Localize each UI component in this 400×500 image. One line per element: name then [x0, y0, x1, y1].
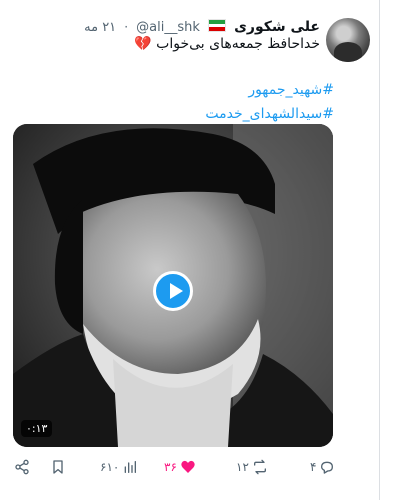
bookmark-button[interactable] [50, 456, 66, 478]
tweet-text: خداحافظ جمعه‌های بی‌خواب 💔 [134, 36, 320, 52]
retweet-button[interactable]: ۱۲ [236, 456, 268, 478]
like-button[interactable]: ۳۶ [164, 456, 196, 478]
author-handle[interactable]: @ali__shk [136, 20, 200, 35]
hashtag-link[interactable]: #سیدالشهدای_خدمت [205, 102, 334, 126]
share-button[interactable] [14, 456, 30, 478]
like-count: ۳۶ [164, 460, 177, 474]
tweet-text-content: خداحافظ جمعه‌های بی‌خواب [156, 36, 320, 52]
hashtag-list: #شهید_جمهور #سیدالشهدای_خدمت [205, 78, 334, 126]
separator-dot: · [124, 20, 129, 34]
reply-icon [321, 461, 334, 474]
retweet-icon [253, 459, 266, 475]
play-icon[interactable] [153, 271, 193, 311]
heart-icon [181, 460, 195, 473]
views-button[interactable]: ۶۱۰ [100, 456, 138, 478]
tweet-header: علی شکوری @ali__shk · ۲۱ مه [16, 16, 320, 38]
tweet-time[interactable]: ۲۱ مه [84, 20, 116, 35]
video-player[interactable]: ۰:۱۳ [13, 124, 333, 447]
views-icon [125, 461, 137, 473]
iran-flag-icon [208, 19, 226, 32]
retweet-count: ۱۲ [236, 460, 249, 474]
broken-heart-icon: 💔 [134, 36, 152, 52]
tweet-card[interactable]: علی شکوری @ali__shk · ۲۱ مه خداحافظ جمعه… [0, 0, 400, 500]
author-name[interactable]: علی شکوری [234, 19, 320, 35]
avatar[interactable] [326, 18, 370, 62]
hashtag-link[interactable]: #شهید_جمهور [205, 78, 334, 102]
action-bar: ۶۱۰ ۳۶ ۱۲ ۴ [14, 456, 344, 478]
reply-count: ۴ [310, 460, 317, 474]
bookmark-icon [53, 460, 63, 474]
reply-button[interactable]: ۴ [310, 456, 335, 478]
share-icon [15, 459, 29, 475]
views-count: ۶۱۰ [100, 460, 120, 474]
video-duration: ۰:۱۳ [21, 420, 53, 437]
